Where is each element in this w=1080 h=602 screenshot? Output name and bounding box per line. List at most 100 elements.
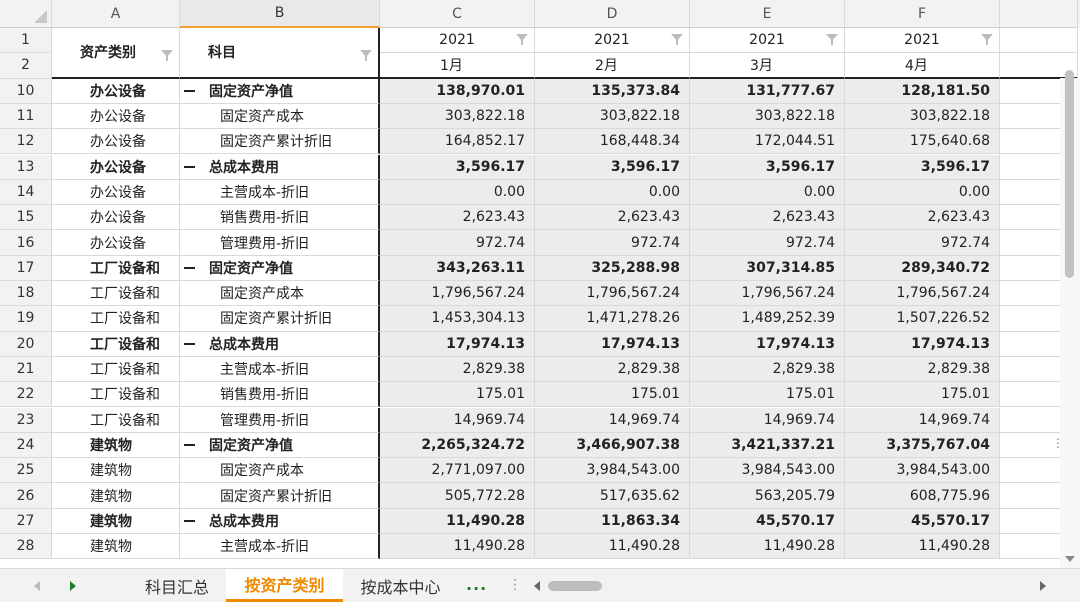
asset-category-cell[interactable]: 办公设备 — [52, 104, 180, 129]
asset-category-cell[interactable]: 工厂设备和 — [52, 357, 180, 382]
value-cell-f[interactable]: 289,340.72 — [845, 256, 1000, 281]
value-cell-e[interactable]: 2,829.38 — [690, 357, 845, 382]
value-cell-c[interactable]: 972.74 — [380, 230, 535, 255]
column-header-d[interactable]: D — [535, 0, 690, 28]
value-cell-f[interactable]: 972.74 — [845, 230, 1000, 255]
asset-category-cell[interactable]: 工厂设备和 — [52, 332, 180, 357]
value-cell-d[interactable]: 1,796,567.24 — [535, 281, 690, 306]
asset-category-cell[interactable]: 办公设备 — [52, 79, 180, 104]
value-cell-f[interactable]: 14,969.74 — [845, 408, 1000, 433]
value-cell-f[interactable]: 303,822.18 — [845, 104, 1000, 129]
value-cell-e[interactable]: 563,205.79 — [690, 483, 845, 508]
value-cell-c[interactable]: 138,970.01 — [380, 79, 535, 104]
value-cell-e[interactable]: 303,822.18 — [690, 104, 845, 129]
account-cell[interactable]: 固定资产成本 — [180, 458, 380, 483]
value-cell-c[interactable]: 175.01 — [380, 382, 535, 407]
account-cell[interactable]: 销售费用-折旧 — [180, 382, 380, 407]
value-cell-d[interactable]: 0.00 — [535, 180, 690, 205]
value-cell-f[interactable]: 3,596.17 — [845, 155, 1000, 180]
row-number[interactable]: 15 — [0, 205, 52, 230]
value-cell-f[interactable]: 2,623.43 — [845, 205, 1000, 230]
collapse-minus-icon[interactable] — [184, 90, 195, 92]
asset-category-cell[interactable]: 建筑物 — [52, 433, 180, 458]
account-cell[interactable]: 总成本费用 — [180, 332, 380, 357]
row-number[interactable]: 1 — [0, 28, 52, 53]
row-number[interactable]: 17 — [0, 256, 52, 281]
value-cell-c[interactable]: 2,771,097.00 — [380, 458, 535, 483]
row-number[interactable]: 16 — [0, 230, 52, 255]
value-cell-c[interactable]: 2,265,324.72 — [380, 433, 535, 458]
value-cell-d[interactable]: 135,373.84 — [535, 79, 690, 104]
asset-category-cell[interactable]: 建筑物 — [52, 458, 180, 483]
value-cell-c[interactable]: 0.00 — [380, 180, 535, 205]
row-number[interactable]: 21 — [0, 357, 52, 382]
value-cell-d[interactable]: 325,288.98 — [535, 256, 690, 281]
value-cell-e[interactable]: 307,314.85 — [690, 256, 845, 281]
account-cell[interactable]: 固定资产累计折旧 — [180, 306, 380, 331]
asset-category-header[interactable]: 资产类别 — [52, 28, 180, 79]
value-cell-f[interactable]: 1,796,567.24 — [845, 281, 1000, 306]
value-cell-f[interactable]: 17,974.13 — [845, 332, 1000, 357]
more-sheets-button[interactable]: ... — [466, 575, 487, 594]
asset-category-cell[interactable]: 工厂设备和 — [52, 382, 180, 407]
tab-subject-summary[interactable]: 科目汇总 — [128, 569, 226, 602]
row-number[interactable]: 13 — [0, 155, 52, 180]
value-cell-e[interactable]: 972.74 — [690, 230, 845, 255]
value-cell-f[interactable]: 175,640.68 — [845, 129, 1000, 154]
filter-icon[interactable] — [981, 34, 993, 46]
scroll-left-arrow-icon[interactable] — [534, 581, 540, 591]
filter-icon[interactable] — [671, 34, 683, 46]
account-cell[interactable]: 主营成本-折旧 — [180, 534, 380, 559]
row-number[interactable]: 26 — [0, 483, 52, 508]
horizontal-scrollbar[interactable] — [528, 577, 1052, 595]
row-number[interactable]: 23 — [0, 408, 52, 433]
value-cell-d[interactable]: 17,974.13 — [535, 332, 690, 357]
resize-handle-icon[interactable]: ⋮ — [1052, 436, 1064, 450]
value-cell-e[interactable]: 172,044.51 — [690, 129, 845, 154]
value-cell-c[interactable]: 1,453,304.13 — [380, 306, 535, 331]
account-cell[interactable]: 管理费用-折旧 — [180, 230, 380, 255]
row-number[interactable]: 10 — [0, 79, 52, 104]
value-cell-e[interactable]: 0.00 — [690, 180, 845, 205]
value-cell-d[interactable]: 14,969.74 — [535, 408, 690, 433]
asset-category-cell[interactable]: 建筑物 — [52, 509, 180, 534]
value-cell-d[interactable]: 303,822.18 — [535, 104, 690, 129]
value-cell-d[interactable]: 175.01 — [535, 382, 690, 407]
value-cell-c[interactable]: 303,822.18 — [380, 104, 535, 129]
column-header-c[interactable]: C — [380, 0, 535, 28]
value-cell-e[interactable]: 175.01 — [690, 382, 845, 407]
account-cell[interactable]: 管理费用-折旧 — [180, 408, 380, 433]
asset-category-cell[interactable]: 工厂设备和 — [52, 408, 180, 433]
tab-by-asset-category[interactable]: 按资产类别 — [226, 569, 343, 602]
vertical-scrollbar[interactable] — [1060, 78, 1080, 568]
tab-splitter-icon[interactable]: ⋮ — [508, 577, 522, 593]
asset-category-cell[interactable]: 办公设备 — [52, 205, 180, 230]
asset-category-cell[interactable]: 建筑物 — [52, 534, 180, 559]
row-number[interactable]: 24 — [0, 433, 52, 458]
value-cell-e[interactable]: 131,777.67 — [690, 79, 845, 104]
value-cell-c[interactable]: 11,490.28 — [380, 509, 535, 534]
account-cell[interactable]: 总成本费用 — [180, 509, 380, 534]
value-cell-d[interactable]: 11,490.28 — [535, 534, 690, 559]
value-cell-e[interactable]: 14,969.74 — [690, 408, 845, 433]
prev-sheet-arrow-icon[interactable] — [34, 581, 40, 591]
account-cell[interactable]: 固定资产净值 — [180, 256, 380, 281]
value-cell-f[interactable]: 175.01 — [845, 382, 1000, 407]
next-sheet-arrow-icon[interactable] — [70, 581, 76, 591]
account-cell[interactable]: 固定资产累计折旧 — [180, 483, 380, 508]
value-cell-c[interactable]: 3,596.17 — [380, 155, 535, 180]
account-cell[interactable]: 总成本费用 — [180, 155, 380, 180]
column-header-e[interactable]: E — [690, 0, 845, 28]
collapse-minus-icon[interactable] — [184, 166, 195, 168]
scroll-right-arrow-icon[interactable] — [1040, 581, 1046, 591]
value-cell-d[interactable]: 972.74 — [535, 230, 690, 255]
value-cell-d[interactable]: 11,863.34 — [535, 509, 690, 534]
asset-category-cell[interactable]: 办公设备 — [52, 155, 180, 180]
value-cell-f[interactable]: 2,829.38 — [845, 357, 1000, 382]
column-header-f[interactable]: F — [845, 0, 1000, 28]
row-number[interactable]: 22 — [0, 382, 52, 407]
asset-category-cell[interactable]: 工厂设备和 — [52, 281, 180, 306]
filter-icon[interactable] — [826, 34, 838, 46]
value-cell-e[interactable]: 1,796,567.24 — [690, 281, 845, 306]
value-cell-e[interactable]: 11,490.28 — [690, 534, 845, 559]
